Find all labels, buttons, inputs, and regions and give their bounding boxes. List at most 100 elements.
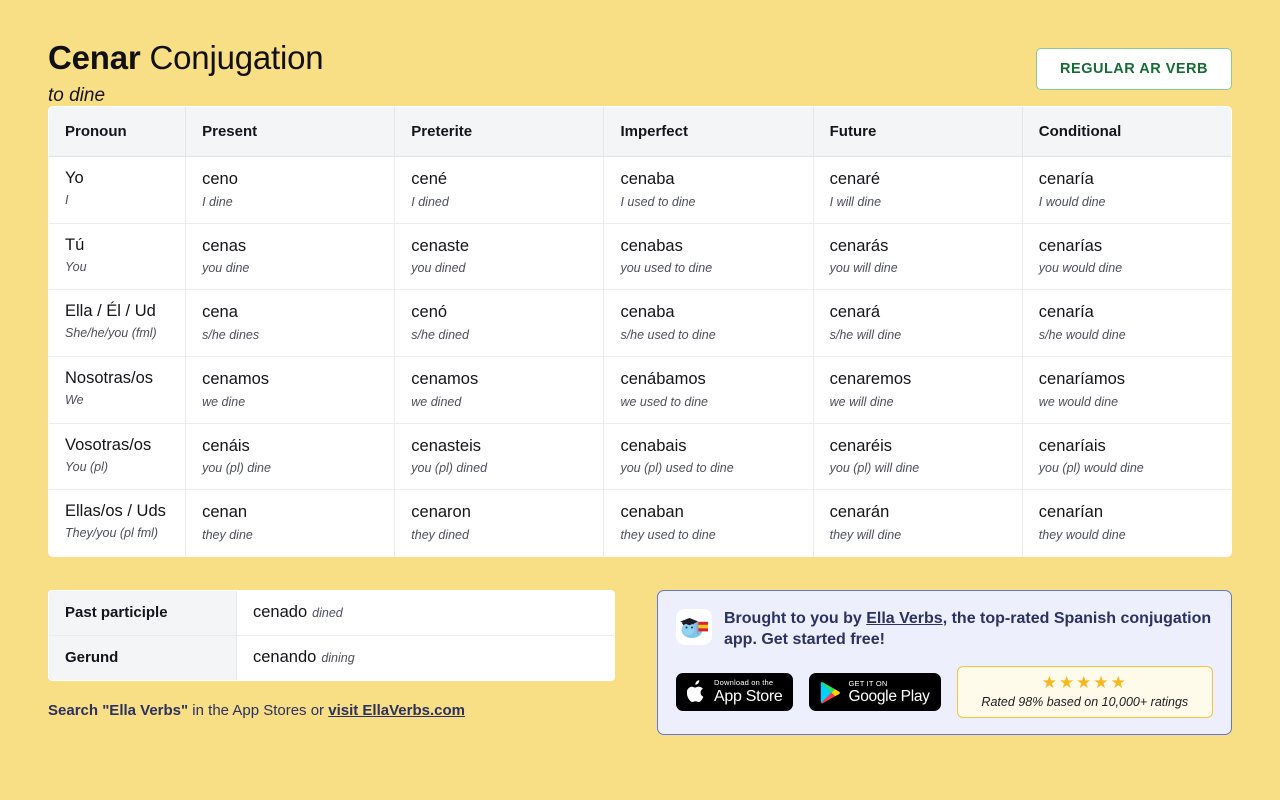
conjugation-gloss: I will dine	[829, 194, 882, 209]
conjugation-cell-conditional: cenaríamos we would dine	[1022, 356, 1231, 424]
conjugation-form: ceno	[202, 170, 238, 188]
column-header-present: Present	[185, 106, 396, 157]
conjugation-form: cenasteis	[411, 436, 481, 455]
conjugation-form: cenáis	[202, 436, 250, 455]
conjugation-gloss: you (pl) used to dine	[620, 461, 734, 476]
conjugation-form: cenará	[829, 303, 881, 322]
app-store-big-text: App Store	[714, 687, 783, 705]
conjugation-gloss: you (pl) will dine	[829, 461, 920, 476]
table-row: Ellas/os / Uds They/you (pl fml) cenan they…	[49, 489, 1231, 556]
conjugation-form: cenábamos	[620, 369, 706, 388]
ella-verbs-link[interactable]: Ella Verbs	[866, 610, 943, 627]
ellaverbs-website-link[interactable]: visit EllaVerbs.com	[328, 702, 465, 719]
conjugation-form: cené	[411, 170, 448, 188]
bottom-section: Past participle cenado dined Gerund cenan…	[48, 589, 1232, 735]
google-play-icon	[821, 681, 841, 703]
conjugation-page: Cenar Conjugation to dine REGULAR AR VER…	[0, 0, 1280, 800]
conjugation-form: cenaron	[411, 503, 471, 522]
conjugation-form: cenaréis	[829, 436, 892, 455]
app-store-button[interactable]: Download on the App Store	[676, 673, 794, 712]
conjugation-cell-imperfect: cenaba I used to dine	[603, 156, 814, 224]
conjugation-cell-future: cenaremos we will dine	[813, 356, 1023, 424]
conjugation-cell-preterite: cenaste you dined	[394, 223, 605, 291]
conjugation-form: cenaríamos	[1038, 369, 1126, 388]
pronoun-gloss: I	[65, 193, 69, 207]
search-instruction-bold: Search "Ella Verbs"	[48, 701, 189, 719]
conjugation-form: cenaba	[620, 303, 675, 322]
conjugation-gloss: s/he used to dine	[620, 327, 716, 342]
conjugation-cell-imperfect: cenábamos we used to dine	[603, 356, 814, 424]
conjugation-cell-present: ceno I dine	[185, 156, 396, 224]
app-store-label: Download on the App Store	[714, 678, 783, 705]
verb-name: Cenar	[48, 39, 141, 76]
table-row: Nosotras/os We cenamos we dine cenamos we din…	[49, 356, 1231, 424]
conjugation-cell-imperfect: cenabais you (pl) used to dine	[603, 423, 814, 491]
google-play-button[interactable]: GET IT ON Google Play	[809, 673, 941, 712]
column-header-preterite: Preterite	[394, 106, 605, 157]
conjugation-cell-future: cenará s/he will dine	[813, 289, 1023, 357]
conjugation-gloss: you (pl) dined	[411, 461, 488, 476]
promo-footer: Download on the App Store GET IT ON Goog…	[676, 666, 1213, 718]
conjugation-gloss: you (pl) would dine	[1038, 461, 1144, 476]
conjugation-gloss: you would dine	[1038, 261, 1123, 276]
conjugation-cell-preterite: cené I dined	[394, 156, 605, 224]
conjugation-gloss: you dine	[202, 261, 250, 276]
verb-forms-table: Past participle cenado dined Gerund cenan…	[48, 589, 615, 681]
conjugation-form: cena	[202, 303, 238, 322]
conjugation-cell-conditional: cenarían they would dine	[1022, 490, 1231, 556]
table-row: Gerund cenando dining	[49, 635, 614, 680]
conjugation-form: cenamos	[202, 369, 270, 388]
search-instruction: Search "Ella Verbs" in the App Stores or…	[48, 701, 615, 721]
google-play-big-text: Google Play	[848, 688, 930, 706]
column-header-pronoun: Pronoun	[49, 106, 187, 157]
page-title-suffix: Conjugation	[140, 39, 324, 76]
pronoun-gloss: They/you (pl fml)	[65, 526, 159, 541]
conjugation-gloss: they dine	[202, 527, 253, 542]
gerund-gloss: dining	[321, 651, 355, 666]
conjugation-gloss: we would dine	[1038, 394, 1119, 409]
conjugation-cell-preterite: cenaron they dined	[394, 489, 605, 556]
ratings-box: ★★★★★ Rated 98% based on 10,000+ ratings	[956, 666, 1213, 718]
conjugation-cell-conditional: cenaría I would dine	[1022, 156, 1231, 224]
pronoun-text: Ellas/os / Uds	[65, 502, 166, 521]
conjugation-gloss: I dined	[411, 194, 449, 209]
ella-verbs-app-icon	[676, 608, 712, 645]
past-participle-gloss: dined	[312, 606, 343, 621]
conjugation-gloss: we dined	[411, 394, 462, 409]
conjugation-cell-present: cenamos we dine	[185, 356, 396, 424]
apple-icon	[687, 680, 704, 703]
conjugation-cell-imperfect: cenabas you used to dine	[603, 223, 814, 291]
conjugation-cell-conditional: cenaríais you (pl) would dine	[1022, 423, 1231, 491]
conjugation-form: cenarías	[1038, 236, 1103, 255]
conjugation-cell-preterite: cenó s/he dined	[394, 289, 605, 357]
pronoun-gloss: You	[65, 259, 87, 274]
gerund-word: cenando	[253, 648, 317, 667]
promo-text: Brought to you by Ella Verbs, the top-ra…	[724, 607, 1213, 651]
promo-box: Brought to you by Ella Verbs, the top-ra…	[657, 589, 1232, 735]
conjugation-cell-future: cenarás you will dine	[813, 223, 1023, 291]
app-store-small-text: Download on the	[714, 678, 774, 688]
conjugation-gloss: I would dine	[1038, 194, 1106, 209]
pronoun-gloss: We	[65, 392, 84, 407]
past-participle-word: cenado	[253, 603, 308, 622]
conjugation-cell-future: cenaréis you (pl) will dine	[813, 423, 1023, 491]
gerund-label: Gerund	[49, 635, 237, 680]
pronoun-cell: Ellas/os / Uds They/you (pl fml)	[49, 489, 187, 556]
pronoun-text: Vosotras/os	[65, 435, 152, 454]
promo-text-part1: Brought to you by	[724, 609, 867, 627]
verb-type-badge: REGULAR AR VERB	[1036, 48, 1232, 90]
conjugation-gloss: they will dine	[829, 527, 902, 542]
column-header-conditional: Conditional	[1022, 106, 1231, 157]
conjugation-gloss: s/he would dine	[1038, 327, 1126, 342]
conjugation-gloss: I dine	[202, 194, 233, 209]
pronoun-gloss: She/he/you (fml)	[65, 326, 157, 341]
conjugation-cell-conditional: cenarías you would dine	[1022, 223, 1231, 291]
conjugation-gloss: we dine	[202, 394, 246, 409]
pronoun-cell: Tú You	[49, 223, 187, 291]
conjugation-form: cenaría	[1038, 170, 1094, 188]
conjugation-form: cenan	[202, 503, 248, 522]
pronoun-text: Ella / Él / Ud	[65, 302, 156, 321]
ratings-text: Rated 98% based on 10,000+ ratings	[981, 694, 1189, 709]
conjugation-gloss: we will dine	[829, 394, 894, 409]
page-header: Cenar Conjugation to dine REGULAR AR VER…	[48, 0, 1232, 106]
